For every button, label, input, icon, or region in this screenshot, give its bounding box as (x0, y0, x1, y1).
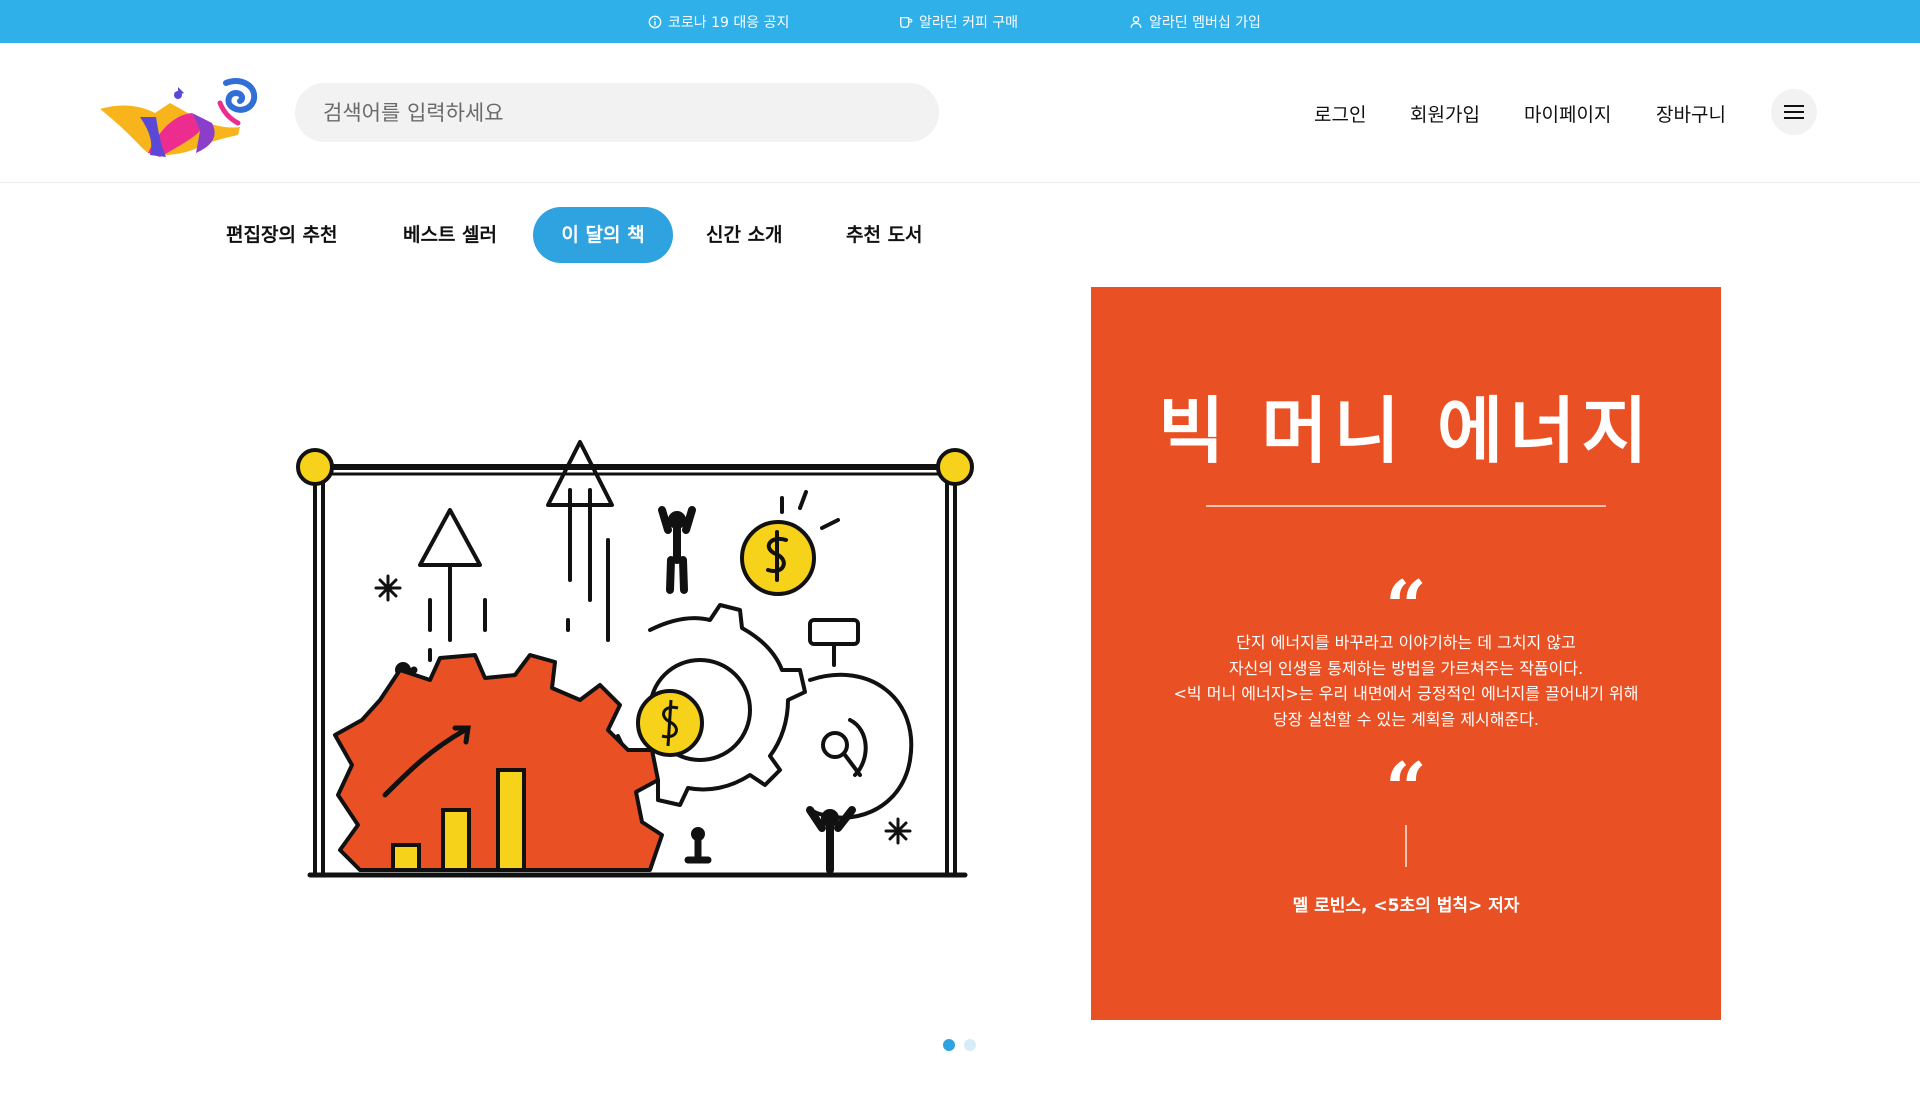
quote-mark-icon: “ (1385, 564, 1427, 649)
money-energy-illustration (296, 440, 974, 878)
book-description-line: 자신의 인생을 통제하는 방법을 가르쳐주는 작품이다. (1228, 658, 1584, 678)
search-input[interactable] (295, 83, 939, 142)
pager-dot-2[interactable] (964, 1039, 976, 1051)
book-description-line: 단지 에너지를 바꾸라고 이야기하는 데 그치지 않고 (1236, 633, 1576, 652)
covid-notice-label: 코로나 19 대응 공지 (668, 14, 790, 31)
vertical-divider (1405, 825, 1407, 867)
hamburger-menu-icon (1784, 105, 1804, 119)
join-link[interactable]: 회원가입 (1410, 100, 1480, 127)
aladdin-lamp-logo[interactable] (100, 73, 258, 157)
info-icon (648, 15, 662, 28)
top-notice-bar: 코로나 19 대응 공지 알라딘 커피 구매 알라딘 멤버십 가입 (0, 0, 1920, 43)
tab-editor-pick[interactable]: 편집장의 추천 (226, 207, 338, 263)
quote-author: 멜 로빈스, <5초의 법칙> 저자 (1292, 896, 1520, 916)
book-description-line: 당장 실천할 수 있는 계획을 제시해준다. (1272, 709, 1540, 729)
tab-new-releases[interactable]: 신간 소개 (706, 207, 783, 263)
carousel-pager (943, 1039, 976, 1051)
book-of-month-card[interactable]: 빅 머니 에너지 “ 단지 에너지를 바꾸라고 이야기하는 데 그치지 않고 자… (1091, 287, 1721, 1020)
mypage-link[interactable]: 마이페이지 (1524, 100, 1611, 127)
site-header: 로그인 회원가입 마이페이지 장바구니 (0, 43, 1920, 183)
membership-join-link[interactable]: 알라딘 멤버십 가입 (1129, 0, 1261, 43)
person-icon (1130, 15, 1142, 28)
pager-dot-1[interactable] (943, 1039, 955, 1051)
book-description-line: <빅 머니 에너지>는 우리 내면에서 긍정적인 에너지를 끌어내기 위해 (1173, 684, 1639, 703)
book-title: 빅 머니 에너지 (1158, 388, 1654, 473)
login-link[interactable]: 로그인 (1314, 100, 1366, 127)
tab-book-of-month[interactable]: 이 달의 책 (533, 207, 673, 263)
tab-bestseller[interactable]: 베스트 셀러 (403, 207, 497, 263)
coffee-purchase-label: 알라딘 커피 구매 (919, 14, 1019, 31)
cart-link[interactable]: 장바구니 (1656, 100, 1726, 127)
tab-recommended[interactable]: 추천 도서 (846, 207, 923, 263)
coffee-cup-icon (900, 16, 913, 28)
coffee-purchase-link[interactable]: 알라딘 커피 구매 (899, 0, 1018, 43)
book-description: 단지 에너지를 바꾸라고 이야기하는 데 그치지 않고 자신의 인생을 통제하는… (1091, 630, 1721, 732)
quote-mark-icon: “ (1385, 746, 1427, 831)
title-divider (1206, 505, 1606, 507)
membership-join-label: 알라딘 멤버십 가입 (1149, 14, 1261, 31)
menu-button[interactable] (1771, 89, 1817, 135)
covid-notice-link[interactable]: 코로나 19 대응 공지 (648, 0, 789, 43)
